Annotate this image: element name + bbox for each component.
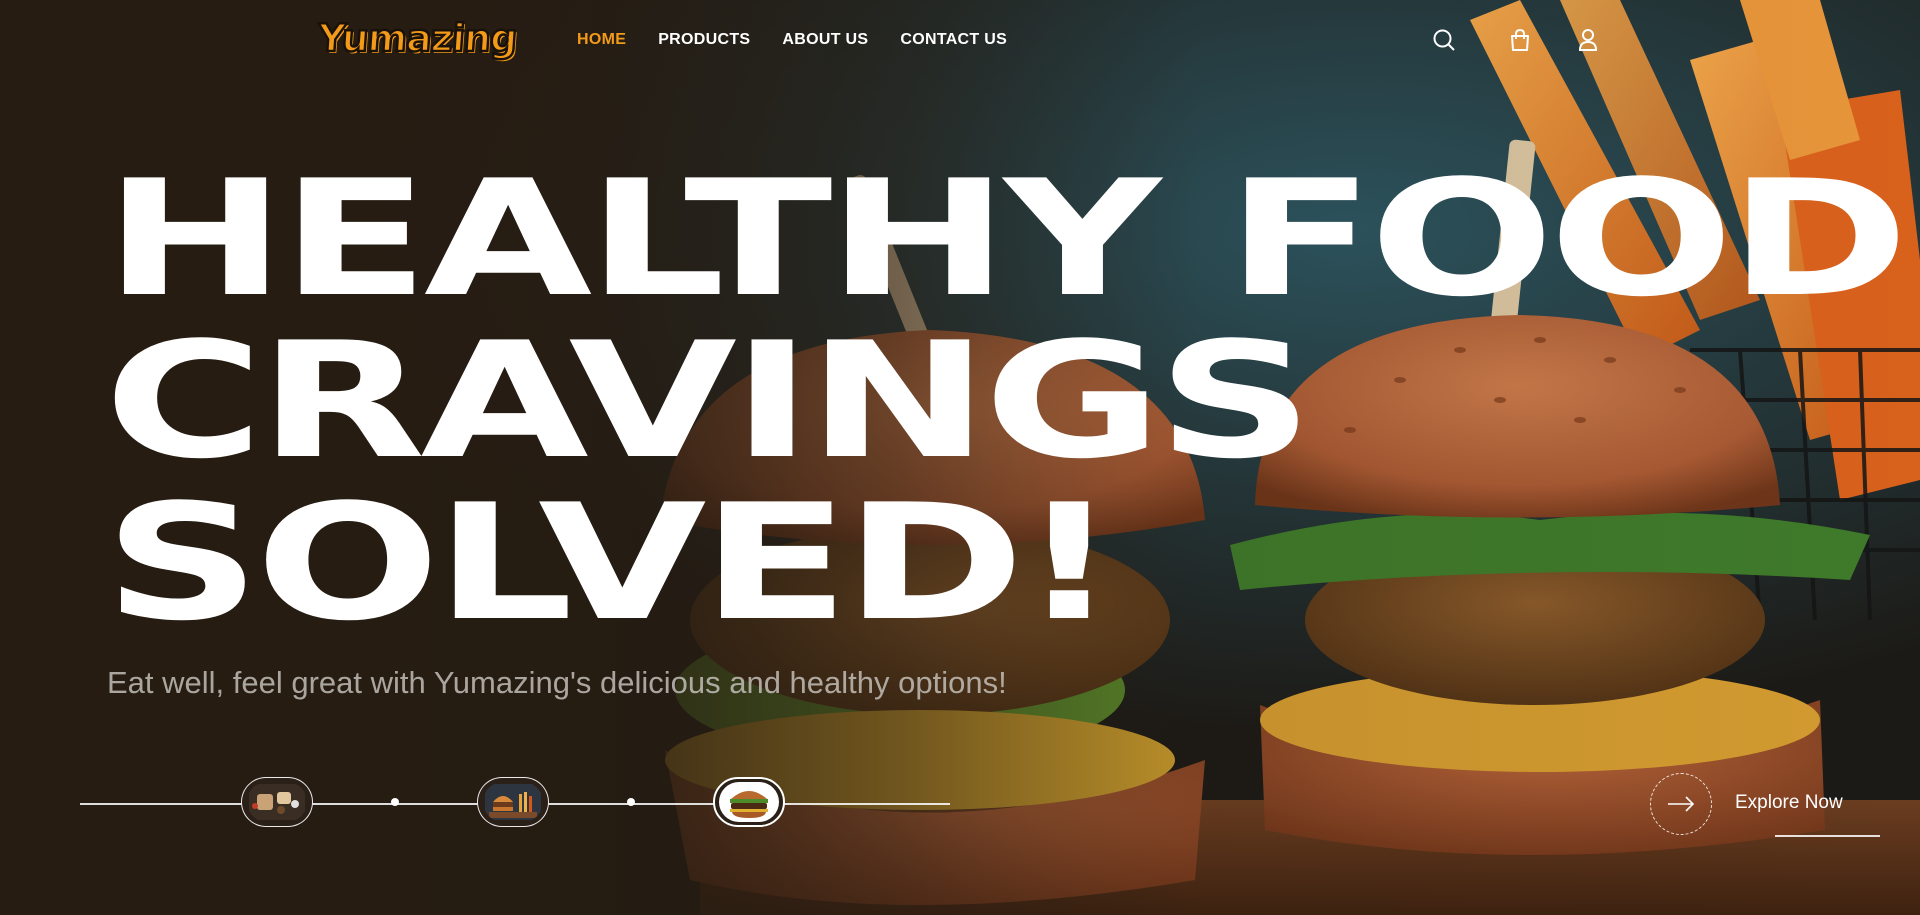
arrow-right-icon (1668, 796, 1695, 812)
slider-dot[interactable] (391, 798, 399, 806)
slider-dot[interactable] (627, 798, 635, 806)
search-icon[interactable] (1430, 26, 1458, 54)
brand-logo[interactable]: Yumazing (315, 15, 519, 62)
main-nav: HOME PRODUCTS ABOUT US CONTACT US (577, 31, 1007, 49)
headline-line-1: HEALTHY FOOD (104, 145, 1909, 332)
nav-item-products[interactable]: PRODUCTS (658, 31, 750, 49)
hero-headline: HEALTHY FOOD CRAVINGS SOLVED! (104, 145, 1909, 656)
explore-now-button[interactable] (1650, 773, 1712, 835)
headline-line-2: CRAVINGS (104, 307, 1314, 494)
nav-item-home[interactable]: HOME (577, 31, 626, 49)
shopping-bag-icon[interactable] (1506, 26, 1534, 54)
headline-line-3: SOLVED! (104, 469, 1119, 656)
burger-and-fries-thumbnail[interactable] (477, 777, 549, 827)
explore-underline (1775, 835, 1880, 837)
food-platter-thumbnail[interactable] (241, 777, 313, 827)
nav-item-about-us[interactable]: ABOUT US (782, 31, 868, 49)
hero-subtitle: Eat well, feel great with Yumazing's del… (107, 665, 1007, 700)
user-icon[interactable] (1574, 26, 1602, 54)
burger-thumbnail[interactable] (713, 777, 785, 827)
hero-section: Yumazing HOME PRODUCTS ABOUT US CONTACT … (0, 0, 1920, 915)
nav-item-contact-us[interactable]: CONTACT US (900, 31, 1007, 49)
explore-now-label[interactable]: Explore Now (1735, 792, 1843, 814)
